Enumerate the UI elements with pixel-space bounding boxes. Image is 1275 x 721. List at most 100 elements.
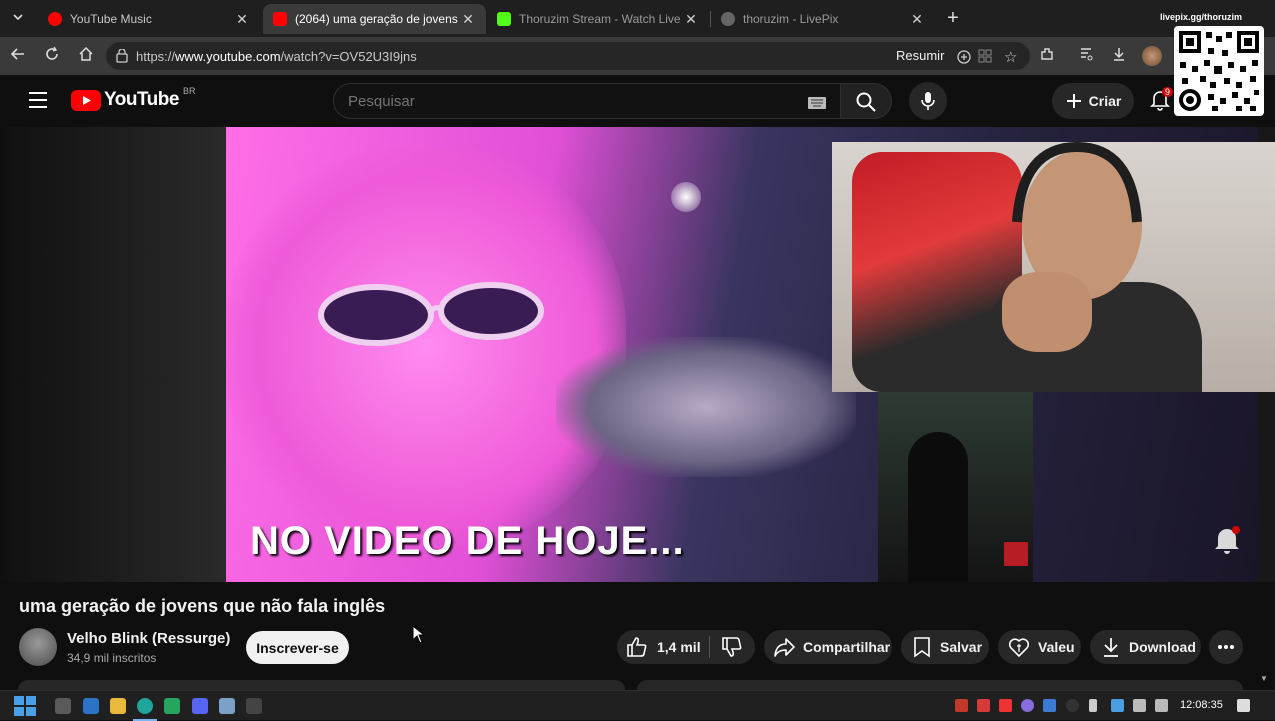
apps-icon[interactable] [978, 49, 992, 68]
like-count: 1,4 mil [657, 639, 701, 655]
summarize-icon[interactable] [956, 49, 972, 70]
tab-youtube-music[interactable]: YouTube Music ✕ [38, 4, 260, 34]
tray-app-icon[interactable] [1021, 699, 1034, 712]
subscribe-bell-icon[interactable] [1212, 525, 1242, 555]
tray-app-icon[interactable] [1066, 699, 1079, 712]
extensions-icon[interactable] [1037, 46, 1057, 66]
reload-icon[interactable] [42, 46, 62, 66]
resumir-label: Resumir [896, 48, 945, 63]
share-button[interactable]: Compartilhar [764, 630, 892, 664]
youtube-logo[interactable]: YouTube BR [71, 86, 196, 111]
more-actions-button[interactable] [1209, 630, 1243, 664]
save-button[interactable]: Salvar [901, 630, 989, 664]
download-label: Download [1129, 639, 1196, 655]
network-icon[interactable] [1133, 699, 1146, 712]
like-button[interactable]: 1,4 mil [617, 630, 709, 664]
start-button[interactable] [14, 696, 36, 721]
ambient-left [0, 127, 226, 582]
steam-icon[interactable] [1043, 699, 1056, 712]
tray-app-icon[interactable] [955, 699, 968, 712]
region-code: BR [182, 86, 196, 96]
tab-title: (2064) uma geração de jovens que [295, 12, 460, 26]
obs-icon[interactable] [246, 698, 262, 714]
browser-toolbar: https://www.youtube.com/watch?v=OV52U3I9… [0, 37, 1275, 75]
notifications-button[interactable]: 9 [1150, 87, 1174, 116]
video-subtitle-overlay: NO VIDEO DE HOJE... [250, 519, 685, 563]
download-button[interactable]: Download [1090, 630, 1201, 664]
download-icon [1104, 638, 1118, 657]
microphone-tray-icon[interactable] [1089, 699, 1097, 712]
tab-search-chevron-icon[interactable] [8, 9, 28, 29]
bookmark-star-icon[interactable]: ☆ [1004, 48, 1017, 66]
resumir-button[interactable]: Resumir [896, 48, 944, 63]
close-icon[interactable]: ✕ [460, 11, 476, 28]
tray-app-icon[interactable] [1111, 699, 1124, 712]
description-preview-edge [18, 680, 1243, 690]
url-scheme: https:// [136, 49, 176, 64]
close-icon[interactable]: ✕ [909, 11, 925, 28]
url-host: www.youtube.com [175, 49, 281, 64]
favorites-music-icon[interactable] [1076, 46, 1096, 66]
back-arrow-icon[interactable] [8, 46, 28, 66]
tab-title: Thoruzim Stream - Watch Live on [519, 12, 683, 26]
video-side-clip [878, 392, 1033, 582]
volume-icon[interactable] [1155, 699, 1168, 712]
youtube-music-icon [48, 12, 62, 26]
bookmark-icon [914, 637, 930, 658]
kick-icon [497, 12, 511, 26]
streamer-webcam [832, 142, 1275, 392]
subscriber-count: 34,9 mil inscritos [67, 651, 157, 665]
profile-avatar[interactable] [1142, 46, 1162, 66]
microphone-icon [921, 92, 935, 110]
create-button[interactable]: Criar [1052, 83, 1134, 119]
search-button[interactable] [840, 83, 892, 119]
file-explorer-icon[interactable] [110, 698, 126, 714]
home-icon[interactable] [76, 46, 96, 66]
task-view-icon[interactable] [55, 698, 71, 714]
url-text: https://www.youtube.com/watch?v=OV52U3I9… [136, 49, 417, 64]
search-input[interactable] [348, 91, 788, 111]
site-info-icon[interactable] [115, 48, 129, 68]
calculator-icon[interactable] [83, 698, 99, 714]
whatsapp-icon[interactable] [164, 698, 180, 714]
super-thanks-icon [1008, 638, 1030, 658]
browser-tab-strip: YouTube Music ✕ (2064) uma geração de jo… [0, 0, 1275, 37]
tab-livepix[interactable]: thoruzim - LivePix ✕ [711, 4, 935, 34]
share-label: Compartilhar [803, 639, 891, 655]
dislike-button[interactable] [710, 630, 755, 664]
video-title: uma geração de jovens que não fala inglê… [19, 596, 386, 616]
close-icon[interactable]: ✕ [234, 11, 250, 28]
photos-icon[interactable] [219, 698, 235, 714]
windows-logo-icon [14, 696, 36, 716]
tab-kick-stream[interactable]: Thoruzim Stream - Watch Live on ✕ [487, 4, 709, 34]
taskbar-clock[interactable]: 12:08:35 [1180, 699, 1223, 711]
create-label: Criar [1088, 93, 1122, 109]
close-icon[interactable]: ✕ [683, 11, 699, 28]
address-bar[interactable]: https://www.youtube.com/watch?v=OV52U3I9… [106, 42, 1030, 70]
notification-count-badge: 9 [1162, 87, 1174, 97]
edge-browser-icon[interactable] [137, 698, 153, 714]
voice-search-button[interactable] [909, 82, 947, 120]
keyboard-icon[interactable] [808, 96, 826, 114]
menu-hamburger-icon[interactable] [28, 91, 48, 114]
thanks-button[interactable]: Valeu [998, 630, 1081, 664]
tray-app-icon[interactable] [977, 699, 990, 712]
downloads-icon[interactable] [1109, 46, 1129, 66]
streamer-hand [1002, 272, 1092, 352]
tab-title: thoruzim - LivePix [743, 12, 839, 26]
notification-center-icon[interactable] [1237, 699, 1250, 712]
video-crowd [556, 337, 856, 477]
channel-name[interactable]: Velho Blink (Ressurge) [67, 630, 230, 647]
thanks-label: Valeu [1038, 639, 1075, 655]
new-tab-plus-icon[interactable]: + [943, 8, 963, 28]
channel-avatar[interactable] [19, 628, 57, 666]
search-box[interactable] [333, 83, 841, 119]
discord-icon[interactable] [192, 698, 208, 714]
save-label: Salvar [940, 639, 983, 655]
share-icon [774, 638, 795, 657]
mouse-cursor-icon [412, 625, 426, 644]
tray-record-icon[interactable] [999, 699, 1012, 712]
subscribe-button[interactable]: Inscrever-se [246, 631, 349, 664]
tab-youtube-video[interactable]: (2064) uma geração de jovens que ✕ [263, 4, 486, 34]
scroll-down-arrow-icon[interactable]: ▼ [1260, 674, 1268, 683]
